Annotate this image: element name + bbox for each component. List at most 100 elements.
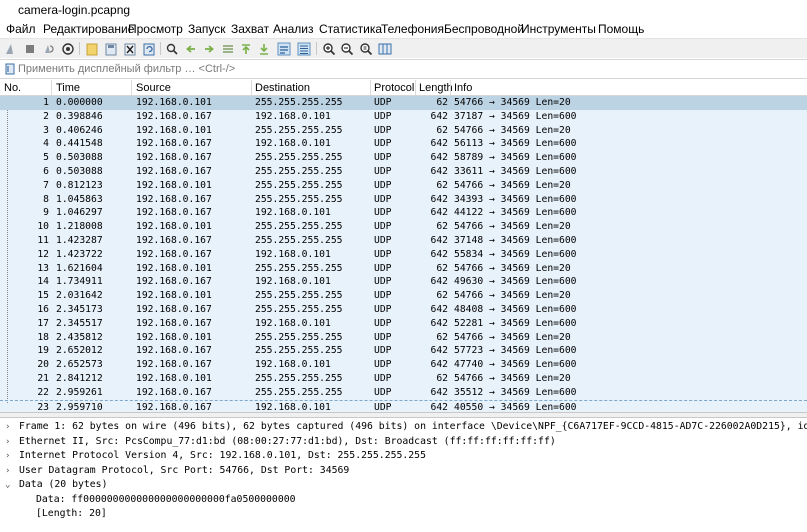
column-divider[interactable] (131, 80, 132, 95)
column-header-protocol[interactable]: Protocol (374, 82, 414, 94)
detail-row[interactable]: [Length: 20] (0, 507, 807, 522)
cell-protocol: UDP (374, 97, 392, 108)
shark-fin-start-icon[interactable] (3, 41, 18, 56)
table-row[interactable]: 22 2.959261 192.168.0.167 255.255.255.255 UD… (0, 386, 807, 400)
cell-time: 0.503088 (56, 166, 103, 177)
go-back-icon[interactable] (183, 41, 198, 56)
table-row[interactable]: 8 1.045863 192.168.0.167 255.255.255.255 UDP… (0, 193, 807, 207)
table-row[interactable]: 1 0.000000 192.168.0.101 255.255.255.255 UDP… (0, 96, 807, 110)
column-header-source[interactable]: Source (136, 82, 171, 94)
display-filter-input[interactable]: Применить дисплейный фильтр … <Ctrl-/> (18, 63, 235, 75)
packet-list[interactable]: 1 0.000000 192.168.0.101 255.255.255.255 UDP… (0, 96, 807, 412)
go-last-icon[interactable] (256, 41, 271, 56)
packet-details-pane[interactable]: › Frame 1: 62 bytes on wire (496 bits), 6… (0, 418, 807, 532)
menu-wireless[interactable]: Беспроводной (444, 22, 524, 36)
stop-icon[interactable] (22, 41, 37, 56)
column-divider[interactable] (251, 80, 252, 95)
cell-time: 2.031642 (56, 290, 103, 302)
bookmark-filter-icon[interactable] (4, 63, 16, 75)
detail-row[interactable]: › Ethernet II, Src: PcsCompu_77:d1:bd (08… (0, 435, 807, 450)
table-row[interactable]: 7 0.812123 192.168.0.101 255.255.255.255 UDP… (0, 179, 807, 193)
detail-row[interactable]: › Frame 1: 62 bytes on wire (496 bits), 6… (0, 420, 807, 435)
cell-time: 0.441548 (56, 138, 103, 150)
resize-columns-icon[interactable] (377, 41, 392, 56)
column-header-time[interactable]: Time (56, 82, 80, 94)
table-row[interactable]: 19 2.652012 192.168.0.167 255.255.255.255 UD… (0, 344, 807, 358)
detail-row[interactable]: Data: ff000000000000000000000000fa050000… (0, 493, 807, 508)
table-row[interactable]: 18 2.435812 192.168.0.101 255.255.255.255 UD… (0, 331, 807, 345)
cell-source: 192.168.0.167 (136, 235, 212, 246)
column-divider[interactable] (51, 80, 52, 95)
colorize-icon[interactable] (296, 41, 311, 56)
column-divider[interactable] (370, 80, 371, 95)
expanded-arrow-icon[interactable]: ⌄ (5, 478, 15, 493)
zoom-reset-icon[interactable] (358, 41, 373, 56)
open-file-icon[interactable] (84, 41, 99, 56)
menu-go[interactable]: Запуск (188, 22, 226, 36)
column-header-length[interactable]: Length (419, 82, 453, 94)
menu-edit[interactable]: Редактирование (43, 22, 134, 36)
menu-view[interactable]: Просмотр (128, 22, 183, 36)
cell-destination: 255.255.255.255 (255, 373, 343, 384)
cell-length: 62 (436, 290, 448, 302)
table-row[interactable]: 11 1.423287 192.168.0.167 255.255.255.255 UD… (0, 234, 807, 248)
table-row[interactable]: 5 0.503088 192.168.0.167 255.255.255.255 UDP… (0, 151, 807, 165)
detail-row[interactable]: ⌄ Data (20 bytes) (0, 478, 807, 493)
collapsed-arrow-icon[interactable]: › (5, 464, 15, 479)
cell-time: 1.621604 (56, 262, 103, 274)
column-divider[interactable] (450, 80, 451, 95)
zoom-in-icon[interactable] (321, 41, 336, 56)
menu-file[interactable]: Файл (6, 22, 36, 36)
table-row[interactable]: 9 1.046297 192.168.0.167 192.168.0.101 UDP 64… (0, 206, 807, 220)
cell-length: 642 (430, 276, 449, 288)
collapsed-arrow-icon[interactable]: › (5, 435, 15, 450)
cell-destination: 255.255.255.255 (255, 345, 343, 357)
menu-analyze[interactable]: Анализ (273, 22, 314, 36)
column-divider[interactable] (415, 80, 416, 95)
column-header-no[interactable]: No. (4, 82, 21, 94)
column-header-info[interactable]: Info (454, 82, 472, 94)
menu-tools[interactable]: Инструменты (521, 22, 596, 36)
reload-icon[interactable] (141, 41, 156, 56)
table-row[interactable]: 12 1.423722 192.168.0.167 192.168.0.101 UDP 6… (0, 248, 807, 262)
cell-info: 40550 → 34569 Len=600 (454, 401, 577, 412)
cell-destination: 255.255.255.255 (255, 304, 343, 315)
collapsed-arrow-icon[interactable]: › (5, 420, 15, 435)
table-row[interactable]: 20 2.652573 192.168.0.167 192.168.0.101 UDP 6… (0, 358, 807, 372)
table-row[interactable]: 2 0.398846 192.168.0.167 192.168.0.101 UDP 64… (0, 110, 807, 124)
table-row[interactable]: 13 1.621604 192.168.0.101 255.255.255.255 UD… (0, 262, 807, 276)
autoscroll-icon[interactable] (276, 41, 291, 56)
zoom-out-icon[interactable] (339, 41, 354, 56)
detail-row[interactable]: › Internet Protocol Version 4, Src: 192.1… (0, 449, 807, 464)
go-first-icon[interactable] (238, 41, 253, 56)
table-row[interactable]: 10 1.218008 192.168.0.101 255.255.255.255 UD… (0, 220, 807, 234)
table-row[interactable]: 23 2.959710 192.168.0.167 192.168.0.101 UDP 6… (0, 399, 807, 412)
close-file-icon[interactable] (122, 41, 137, 56)
detail-text: Frame 1: 62 bytes on wire (496 bits), 62… (19, 421, 807, 432)
table-row[interactable]: 4 0.441548 192.168.0.167 192.168.0.101 UDP 64… (0, 137, 807, 151)
table-row[interactable]: 15 2.031642 192.168.0.101 255.255.255.255 UD… (0, 289, 807, 303)
cell-source: 192.168.0.167 (136, 304, 212, 315)
go-to-packet-icon[interactable] (220, 41, 235, 56)
menu-telephony[interactable]: Телефония (381, 22, 444, 36)
find-packet-icon[interactable] (164, 41, 179, 56)
column-header-destination[interactable]: Destination (255, 82, 310, 94)
collapsed-arrow-icon[interactable]: › (5, 449, 15, 464)
cell-no: 21 (37, 373, 49, 384)
table-row[interactable]: 16 2.345173 192.168.0.167 255.255.255.255 UD… (0, 303, 807, 317)
menu-help[interactable]: Помощь (598, 22, 644, 36)
detail-row[interactable]: › User Datagram Protocol, Src Port: 54766… (0, 464, 807, 479)
table-row[interactable]: 3 0.406246 192.168.0.101 255.255.255.255 UDP… (0, 124, 807, 138)
menu-statistics[interactable]: Статистика (319, 22, 382, 36)
restart-icon[interactable] (41, 41, 56, 56)
menu-capture[interactable]: Захват (231, 22, 269, 36)
table-row[interactable]: 6 0.503088 192.168.0.167 255.255.255.255 UDP… (0, 165, 807, 179)
table-row[interactable]: 21 2.841212 192.168.0.101 255.255.255.255 UD… (0, 372, 807, 386)
cell-length: 62 (436, 373, 448, 384)
go-forward-icon[interactable] (201, 41, 216, 56)
table-row[interactable]: 17 2.345517 192.168.0.167 192.168.0.101 UDP 6… (0, 317, 807, 331)
table-row[interactable]: 14 1.734911 192.168.0.167 192.168.0.101 UDP 6… (0, 275, 807, 289)
capture-options-icon[interactable] (60, 41, 75, 56)
cell-protocol: UDP (374, 221, 392, 233)
save-file-icon[interactable] (103, 41, 118, 56)
